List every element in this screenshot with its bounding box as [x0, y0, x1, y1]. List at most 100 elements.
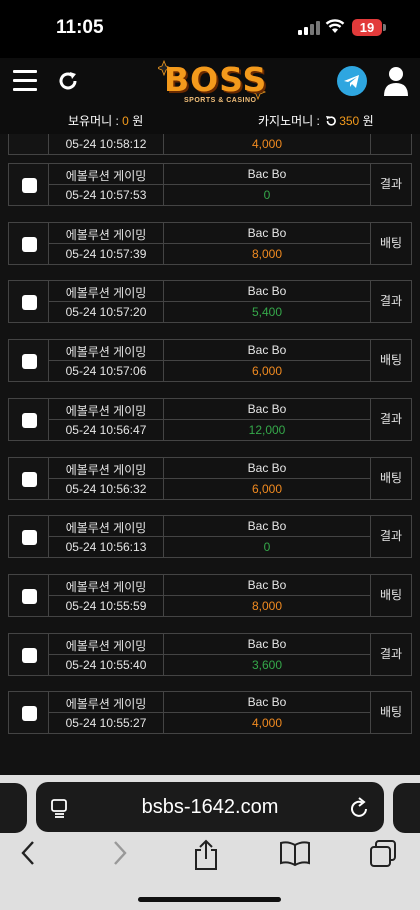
row-main: 에볼루션 게이밍 Bac Bo 05-24 10:57:20 5,400: [49, 280, 371, 323]
row-type-button[interactable]: 결과: [371, 398, 412, 441]
table-row[interactable]: 에볼루션 게이밍 Bac Bo 05-24 10:57:06 6,000 배팅: [8, 339, 412, 382]
row-time: 05-24 10:55:40: [49, 655, 164, 676]
list-item-partial: 05-24 10:58:12 4,000: [8, 134, 412, 155]
row-main: 에볼루션 게이밍 Bac Bo 05-24 10:55:59 8,000: [49, 574, 371, 617]
row-game-title: Bac Bo: [247, 402, 287, 416]
row-checkbox[interactable]: [22, 706, 37, 721]
row-checkbox[interactable]: [22, 413, 37, 428]
user-profile-icon[interactable]: [383, 66, 409, 96]
row-game-provider: 에볼루션 게이밍: [49, 223, 164, 244]
row-checkbox-cell: [8, 339, 49, 382]
row-amount: 0: [263, 188, 271, 202]
table-row[interactable]: 에볼루션 게이밍 Bac Bo 05-24 10:56:13 0 결과: [8, 515, 412, 558]
row-game-provider: 에볼루션 게이밍: [49, 164, 164, 185]
row-game-provider: 에볼루션 게이밍: [49, 634, 164, 655]
bookmarks-icon[interactable]: [279, 839, 311, 867]
row-main: 에볼루션 게이밍 Bac Bo 05-24 10:57:53 0: [49, 163, 371, 206]
row-type-button[interactable]: 결과: [371, 633, 412, 676]
row-checkbox[interactable]: [22, 237, 37, 252]
previous-tab-preview[interactable]: [0, 783, 27, 833]
url-text[interactable]: bsbs-1642.com: [36, 796, 384, 819]
row-game-title: Bac Bo: [247, 637, 287, 651]
row-type-button[interactable]: 결과: [371, 515, 412, 558]
battery-icon: 19: [352, 19, 382, 36]
row-game-title: Bac Bo: [247, 519, 287, 533]
row-main: 에볼루션 게이밍 Bac Bo 05-24 10:55:27 4,000: [49, 691, 371, 734]
home-indicator: [138, 897, 281, 902]
refresh-icon[interactable]: [57, 70, 79, 92]
row-game-provider: 에볼루션 게이밍: [49, 692, 164, 713]
hamburger-menu-icon[interactable]: [13, 70, 37, 92]
row-main: 에볼루션 게이밍 Bac Bo 05-24 10:56:32 6,000: [49, 457, 371, 500]
row-main: 에볼루션 게이밍 Bac Bo 05-24 10:57:06 6,000: [49, 339, 371, 382]
row-type-button[interactable]: 결과: [371, 280, 412, 323]
row-checkbox[interactable]: [22, 178, 37, 193]
back-icon[interactable]: [20, 839, 36, 867]
row-amount: 4,000: [251, 137, 283, 151]
row-game-title: Bac Bo: [247, 343, 287, 357]
table-row[interactable]: 에볼루션 게이밍 Bac Bo 05-24 10:56:47 12,000 결과: [8, 398, 412, 441]
row-game-provider: 에볼루션 게이밍: [49, 458, 164, 479]
address-bar[interactable]: bsbs-1642.com: [36, 782, 384, 832]
row-checkbox-cell: [8, 222, 49, 265]
row-checkbox-cell: [8, 633, 49, 676]
row-main: 에볼루션 게이밍 Bac Bo 05-24 10:56:13 0: [49, 515, 371, 558]
boss-logo[interactable]: BOSS SPORTS & CASINO: [158, 60, 268, 106]
logo-subtitle: SPORTS & CASINO: [184, 97, 257, 104]
row-time: 05-24 10:56:47: [49, 420, 164, 441]
row-checkbox[interactable]: [22, 589, 37, 604]
row-main: 에볼루션 게이밍 Bac Bo 05-24 10:57:39 8,000: [49, 222, 371, 265]
holding-value: 0: [122, 114, 129, 128]
row-checkbox[interactable]: [22, 354, 37, 369]
share-icon[interactable]: [193, 839, 219, 871]
row-game-title: Bac Bo: [247, 578, 287, 592]
table-row[interactable]: 에볼루션 게이밍 Bac Bo 05-24 10:57:53 0 결과: [8, 163, 412, 206]
row-game-title: Bac Bo: [247, 226, 287, 240]
table-row[interactable]: 에볼루션 게이밍 Bac Bo 05-24 10:55:27 4,000 배팅: [8, 691, 412, 734]
row-game-provider: 에볼루션 게이밍: [49, 575, 164, 596]
row-type-button[interactable]: 결과: [371, 163, 412, 206]
table-row[interactable]: 에볼루션 게이밍 Bac Bo 05-24 10:57:20 5,400 결과: [8, 280, 412, 323]
app-header: BOSS SPORTS & CASINO: [0, 58, 420, 106]
row-type-button[interactable]: 배팅: [371, 339, 412, 382]
row-time: 05-24 10:57:20: [49, 302, 164, 323]
row-checkbox-cell: [8, 515, 49, 558]
row-checkbox[interactable]: [22, 530, 37, 545]
row-amount: 0: [263, 540, 271, 554]
table-row[interactable]: 에볼루션 게이밍 Bac Bo 05-24 10:57:39 8,000 배팅: [8, 222, 412, 265]
row-type-button[interactable]: 배팅: [371, 457, 412, 500]
row-type-button[interactable]: 배팅: [371, 222, 412, 265]
cellular-signal-icon: [298, 21, 320, 35]
telegram-icon[interactable]: [337, 66, 367, 96]
row-time: 05-24 10:55:27: [49, 713, 164, 734]
table-row[interactable]: 에볼루션 게이밍 Bac Bo 05-24 10:55:40 3,600 결과: [8, 633, 412, 676]
table-row[interactable]: 에볼루션 게이밍 Bac Bo 05-24 10:55:59 8,000 배팅: [8, 574, 412, 617]
reload-icon[interactable]: [350, 797, 370, 819]
row-main: 05-24 10:58:12 4,000: [49, 134, 371, 155]
row-checkbox-cell: [8, 280, 49, 323]
casino-money: 카지노머니 : 350 원: [258, 112, 374, 129]
row-checkbox-cell: [8, 163, 49, 206]
row-checkbox[interactable]: [22, 295, 37, 310]
row-game-provider: 에볼루션 게이밍: [49, 281, 164, 302]
row-type-button[interactable]: 배팅: [371, 691, 412, 734]
status-time: 11:05: [56, 17, 104, 38]
row-main: 에볼루션 게이밍 Bac Bo 05-24 10:55:40 3,600: [49, 633, 371, 676]
table-row[interactable]: 에볼루션 게이밍 Bac Bo 05-24 10:56:32 6,000 배팅: [8, 457, 412, 500]
next-tab-preview[interactable]: [393, 783, 420, 833]
row-game-title: Bac Bo: [247, 695, 287, 709]
tabs-icon[interactable]: [368, 839, 398, 869]
row-checkbox[interactable]: [22, 472, 37, 487]
row-type-button[interactable]: 배팅: [371, 574, 412, 617]
forward-icon[interactable]: [112, 839, 128, 867]
row-checkbox-cell: [8, 134, 49, 155]
row-checkbox[interactable]: [22, 648, 37, 663]
row-amount: 6,000: [251, 364, 283, 378]
browser-chrome: bsbs-1642.com: [0, 775, 420, 910]
bet-history-list[interactable]: 05-24 10:58:12 4,000 에볼루션 게이밍 Bac Bo 05-24…: [0, 134, 420, 775]
row-time: 05-24 10:57:53: [49, 185, 164, 206]
row-main: 에볼루션 게이밍 Bac Bo 05-24 10:56:47 12,000: [49, 398, 371, 441]
casino-reload-icon[interactable]: [325, 115, 337, 127]
row-amount: 3,600: [251, 658, 283, 672]
row-time: 05-24 10:58:12: [49, 134, 164, 155]
